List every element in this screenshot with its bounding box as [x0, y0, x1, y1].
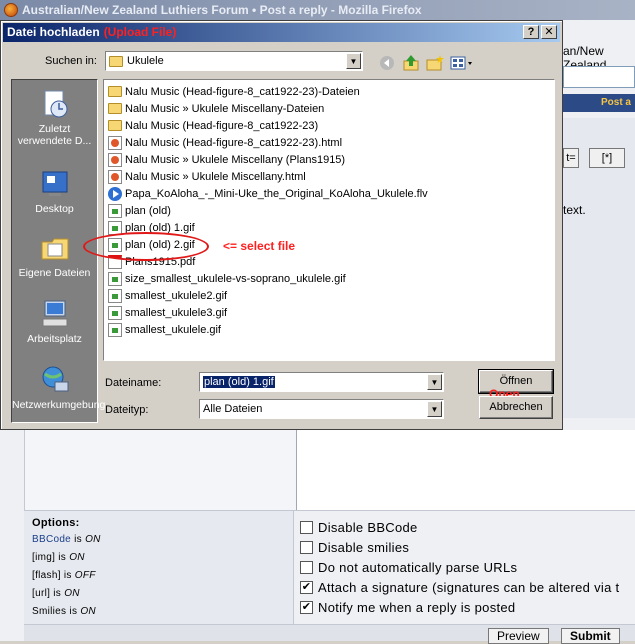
list-item[interactable]: Nalu Music » Ukulele Miscellany.html	[104, 168, 554, 185]
folder-icon	[109, 55, 123, 67]
image-file-icon	[108, 203, 122, 218]
place-network[interactable]: Netzwerkumgebung	[12, 364, 105, 411]
checkbox[interactable]	[300, 560, 313, 574]
list-item[interactable]: Nalu Music » Ukulele Miscellany-Dateien	[104, 100, 554, 117]
list-item[interactable]: Papa_KoAloha_-_Mini-Uke_the_Original_KoA…	[104, 185, 554, 202]
status-flash: [flash] is OFF	[32, 570, 96, 581]
status-url: [url] is ON	[32, 588, 80, 599]
view-menu-icon[interactable]	[449, 53, 475, 73]
file-list[interactable]: Nalu Music (Head-figure-8_cat1922-23)-Da…	[103, 79, 555, 361]
folder-icon	[108, 86, 122, 97]
preview-button[interactable]: Preview	[488, 628, 549, 644]
post-banner: Post a	[563, 94, 635, 112]
list-item[interactable]: plan (old)	[104, 202, 554, 219]
list-item[interactable]: smallest_ukulele2.gif	[104, 287, 554, 304]
html-file-icon	[108, 169, 122, 184]
filename-label: Dateiname:	[105, 377, 162, 389]
cancel-button[interactable]: Abbrechen	[479, 396, 553, 419]
look-in-dropdown[interactable]: Ukulele ▼	[105, 51, 363, 71]
firefox-logo-icon	[4, 3, 18, 17]
firefox-titlebar: Australian/New Zealand Luthiers Forum • …	[0, 0, 635, 20]
my-computer-icon	[39, 298, 71, 330]
close-button[interactable]: ✕	[541, 25, 557, 39]
filetype-value: Alle Dateien	[203, 403, 263, 415]
status-img: [img] is ON	[32, 552, 85, 563]
option-notify-reply[interactable]: ✔ Notify me when a reply is posted	[300, 597, 635, 617]
options-status-panel: Options: BBCode is ON [img] is ON [flash…	[24, 511, 294, 625]
html-file-icon	[108, 135, 122, 150]
bbcode-button-fragment[interactable]: t=	[563, 148, 579, 168]
folder-icon	[108, 120, 122, 131]
subject-input-fragment[interactable]	[563, 66, 635, 88]
option-disable-bbcode[interactable]: Disable BBCode	[300, 517, 635, 537]
list-item[interactable]: Nalu Music (Head-figure-8_cat1922-23).ht…	[104, 134, 554, 151]
dialog-titlebar: Datei hochladen (Upload File)	[3, 23, 560, 42]
options-header: Options:	[32, 517, 80, 529]
image-file-icon	[108, 288, 122, 303]
network-places-icon	[39, 364, 71, 396]
video-file-icon	[108, 186, 122, 201]
filetype-label: Dateityp:	[105, 404, 149, 416]
bbcode-list-item-button[interactable]: [*]	[589, 148, 625, 168]
image-file-icon	[108, 271, 122, 286]
list-item[interactable]: Nalu Music » Ukulele Miscellany (Plans19…	[104, 151, 554, 168]
my-documents-icon	[39, 232, 71, 264]
up-folder-icon[interactable]	[401, 53, 421, 73]
options-section: Options: BBCode is ON [img] is ON [flash…	[24, 510, 635, 625]
annotation-select-file: <= select file	[223, 239, 296, 253]
place-my-documents[interactable]: Eigene Dateien	[12, 232, 97, 279]
places-bar: Zuletzt verwendete D... Desktop Eigene D…	[11, 79, 105, 423]
bbcode-link[interactable]: BBCode	[32, 534, 71, 545]
checkbox[interactable]	[300, 520, 313, 534]
filename-input[interactable]: plan (old) 1.gif ▼	[199, 372, 444, 392]
chevron-down-icon[interactable]: ▼	[427, 374, 442, 390]
place-desktop[interactable]: Desktop	[12, 168, 97, 215]
list-item[interactable]: size_smallest_ukulele-vs-soprano_ukulele…	[104, 270, 554, 287]
status-bbcode: BBCode is ON	[32, 534, 101, 545]
annotation-ellipse	[83, 232, 209, 261]
html-file-icon	[108, 152, 122, 167]
submit-button[interactable]: Submit	[561, 628, 620, 644]
options-checkboxes: Disable BBCode Disable smilies Do not au…	[300, 517, 635, 617]
title-annotation: (Upload File)	[103, 25, 177, 39]
option-no-parse-urls[interactable]: Do not automatically parse URLs	[300, 557, 635, 577]
chevron-down-icon[interactable]: ▼	[427, 401, 442, 417]
list-item[interactable]: smallest_ukulele3.gif	[104, 304, 554, 321]
firefox-window-title: Australian/New Zealand Luthiers Forum • …	[22, 3, 422, 17]
checkbox[interactable]	[300, 540, 313, 554]
place-my-computer[interactable]: Arbeitsplatz	[12, 298, 97, 345]
look-in-value: Ukulele	[127, 55, 164, 67]
message-textarea[interactable]	[296, 430, 635, 510]
file-upload-dialog: Datei hochladen (Upload File) ? ✕ Suchen …	[0, 20, 563, 430]
option-attach-signature[interactable]: ✔ Attach a signature (signatures can be a…	[300, 577, 635, 597]
look-in-label: Suchen in:	[45, 55, 97, 67]
list-item[interactable]: Nalu Music (Head-figure-8_cat1922-23)	[104, 117, 554, 134]
new-folder-icon[interactable]	[425, 53, 445, 73]
place-recent[interactable]: Zuletzt verwendete D...	[12, 88, 97, 147]
recent-documents-icon	[39, 88, 71, 120]
list-item[interactable]: smallest_ukulele.gif	[104, 321, 554, 338]
checkbox-checked[interactable]: ✔	[300, 600, 313, 614]
help-text-fragment: text.	[563, 203, 586, 217]
filename-value: plan (old) 1.gif	[203, 376, 275, 388]
chevron-down-icon[interactable]: ▼	[346, 53, 361, 69]
back-icon[interactable]	[377, 53, 397, 73]
option-disable-smilies[interactable]: Disable smilies	[300, 537, 635, 557]
folder-icon	[108, 103, 122, 114]
filetype-select[interactable]: Alle Dateien ▼	[199, 399, 444, 419]
dialog-title: Datei hochladen	[7, 25, 100, 39]
desktop-icon	[39, 168, 71, 200]
list-item[interactable]: Nalu Music (Head-figure-8_cat1922-23)-Da…	[104, 83, 554, 100]
help-button[interactable]: ?	[523, 25, 539, 39]
image-file-icon	[108, 305, 122, 320]
checkbox-checked[interactable]: ✔	[300, 580, 313, 594]
status-smilies: Smilies is ON	[32, 606, 96, 617]
image-file-icon	[108, 322, 122, 337]
